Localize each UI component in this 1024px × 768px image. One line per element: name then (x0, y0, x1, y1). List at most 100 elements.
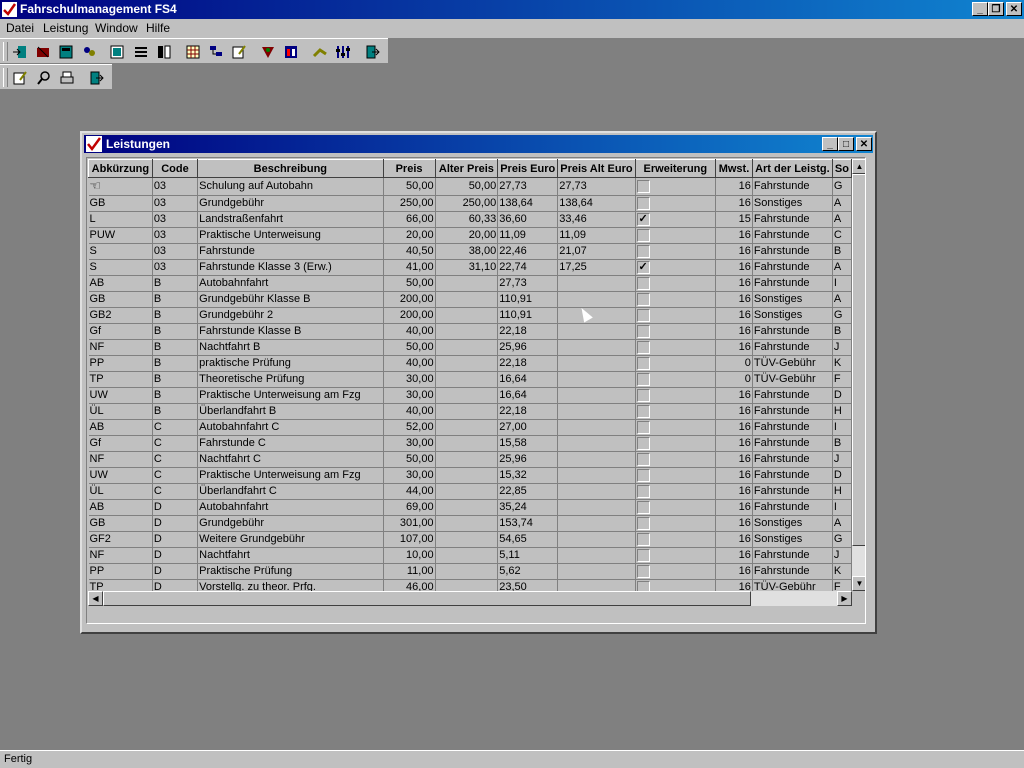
erweiterung-checkbox[interactable] (636, 580, 650, 591)
close-button[interactable]: ✕ (1006, 2, 1022, 16)
erweiterung-checkbox[interactable] (636, 276, 650, 290)
cell-art[interactable]: Fahrstunde (752, 259, 833, 276)
cell-alt[interactable] (435, 371, 499, 388)
toolbar-grip[interactable] (3, 42, 8, 61)
cell-mwst[interactable]: 16 (715, 499, 753, 516)
cell-alteuro[interactable] (557, 499, 636, 516)
horizontal-scroll-thumb[interactable] (103, 591, 751, 606)
cell-erw[interactable] (635, 547, 717, 564)
cell-so[interactable]: G (832, 531, 852, 548)
cell-art[interactable]: TÜV-Gebühr (752, 355, 833, 372)
cell-art[interactable]: Fahrstunde (752, 483, 833, 500)
cell-desc[interactable]: Grundgebühr 2 (197, 307, 384, 324)
cell-erw[interactable] (635, 403, 717, 420)
cell-art[interactable]: Fahrstunde (752, 323, 833, 340)
table-row[interactable]: GB D Grundgebühr 301,00 153,74 16 Sonstiges A (88, 515, 852, 532)
cell-alt[interactable] (435, 483, 499, 500)
cell-code[interactable]: 03 (152, 211, 199, 228)
cell-abk[interactable]: GB (88, 291, 153, 308)
cell-erw[interactable] (635, 339, 717, 356)
cell-alt[interactable] (435, 563, 499, 580)
cell-art[interactable]: Fahrstunde (752, 275, 833, 292)
cell-euro[interactable]: 15,58 (497, 435, 559, 452)
cell-erw[interactable] (635, 243, 717, 260)
cell-erw[interactable] (635, 371, 717, 388)
cell-alt[interactable] (435, 515, 499, 532)
table-row[interactable]: GF2 D Weitere Grundgebühr 107,00 54,65 16 Sons… (88, 531, 852, 548)
cell-euro[interactable]: 153,74 (497, 515, 559, 532)
search-icon[interactable] (34, 68, 54, 87)
cell-desc[interactable]: Praktische Unterweisung (197, 227, 384, 244)
cell-erw[interactable] (635, 177, 717, 196)
printer-hand-icon[interactable] (310, 42, 330, 61)
cell-alt[interactable]: 20,00 (435, 227, 499, 244)
edit-icon[interactable] (229, 42, 249, 61)
cell-so[interactable]: A (832, 291, 852, 308)
cell-alteuro[interactable]: 33,46 (557, 211, 636, 228)
cell-erw[interactable] (635, 323, 717, 340)
cell-abk[interactable]: NF (88, 547, 153, 564)
cell-so[interactable]: F (832, 371, 852, 388)
cell-art[interactable]: TÜV-Gebühr (752, 371, 833, 388)
cell-euro[interactable]: 22,18 (497, 323, 559, 340)
calculator-icon[interactable] (56, 42, 76, 61)
minimize-button[interactable]: _ (972, 2, 988, 16)
cell-code[interactable]: D (152, 579, 199, 591)
cell-abk[interactable]: PP (88, 563, 153, 580)
cell-art[interactable]: Sonstiges (752, 291, 833, 308)
cell-so[interactable]: B (832, 323, 852, 340)
cell-euro[interactable]: 22,85 (497, 483, 559, 500)
cell-alt[interactable] (435, 291, 499, 308)
scroll-up-button[interactable]: ▲ (852, 159, 865, 174)
cell-art[interactable]: Fahrstunde (752, 227, 833, 244)
cell-preis[interactable]: 30,00 (383, 371, 436, 388)
cell-desc[interactable]: Autobahnfahrt (197, 275, 384, 292)
scroll-down-button[interactable]: ▼ (852, 576, 865, 591)
cell-alt[interactable] (435, 531, 499, 548)
cell-mwst[interactable]: 16 (715, 515, 753, 532)
cell-code[interactable]: B (152, 291, 199, 308)
cell-desc[interactable]: Praktische Prüfung (197, 563, 384, 580)
cell-alt[interactable]: 50,00 (435, 177, 499, 196)
vertical-scrollbar[interactable]: ▲ ▼ (852, 159, 865, 591)
cell-alt[interactable] (435, 579, 499, 591)
cell-alteuro[interactable] (557, 579, 636, 591)
cell-preis[interactable]: 46,00 (383, 579, 436, 591)
cell-alteuro[interactable]: 17,25 (557, 259, 636, 276)
cell-desc[interactable]: Vorstellg. zu theor. Prfg. (197, 579, 384, 591)
cell-desc[interactable]: Weitere Grundgebühr (197, 531, 384, 548)
cell-alteuro[interactable]: 27,73 (557, 177, 636, 196)
cell-mwst[interactable]: 16 (715, 259, 753, 276)
cell-euro[interactable]: 25,96 (497, 339, 559, 356)
cell-preis[interactable]: 50,00 (383, 451, 436, 468)
cell-mwst[interactable]: 16 (715, 483, 753, 500)
column-header[interactable]: Code (151, 159, 199, 178)
cell-code[interactable]: B (152, 275, 199, 292)
table-row[interactable]: UW C Praktische Unterweisung am Fzg 30,00 15… (88, 467, 852, 484)
cell-code[interactable]: D (152, 547, 199, 564)
cell-abk[interactable]: PP (88, 355, 153, 372)
cell-abk[interactable]: GB (88, 195, 153, 212)
cell-alt[interactable] (435, 403, 499, 420)
cell-euro[interactable]: 110,91 (497, 307, 559, 324)
table-row[interactable]: AB B Autobahnfahrt 50,00 27,73 16 Fahrstunde I (88, 275, 852, 292)
menu-hilfe[interactable]: Hilfe (146, 21, 170, 35)
cell-erw[interactable] (635, 563, 717, 580)
column-header[interactable]: Mwst. (715, 159, 753, 178)
cell-code[interactable]: C (152, 451, 199, 468)
cell-art[interactable]: Fahrstunde (752, 419, 833, 436)
erweiterung-checkbox[interactable] (636, 500, 650, 514)
table-row[interactable]: AB C Autobahnfahrt C 52,00 27,00 16 Fahrstunde… (88, 419, 852, 436)
column-header[interactable]: So (831, 159, 852, 178)
menu-datei[interactable]: Datei (6, 21, 34, 35)
cell-art[interactable]: Fahrstunde (752, 563, 833, 580)
cell-alteuro[interactable] (557, 435, 636, 452)
cell-mwst[interactable]: 16 (715, 419, 753, 436)
cell-alteuro[interactable] (557, 547, 636, 564)
cell-desc[interactable]: Überlandfahrt C (197, 483, 384, 500)
cell-abk[interactable]: ÜL (88, 403, 153, 420)
cell-alt[interactable] (435, 547, 499, 564)
cell-so[interactable]: G (832, 307, 852, 324)
cell-preis[interactable]: 50,00 (383, 275, 436, 292)
cell-code[interactable]: D (152, 499, 199, 516)
